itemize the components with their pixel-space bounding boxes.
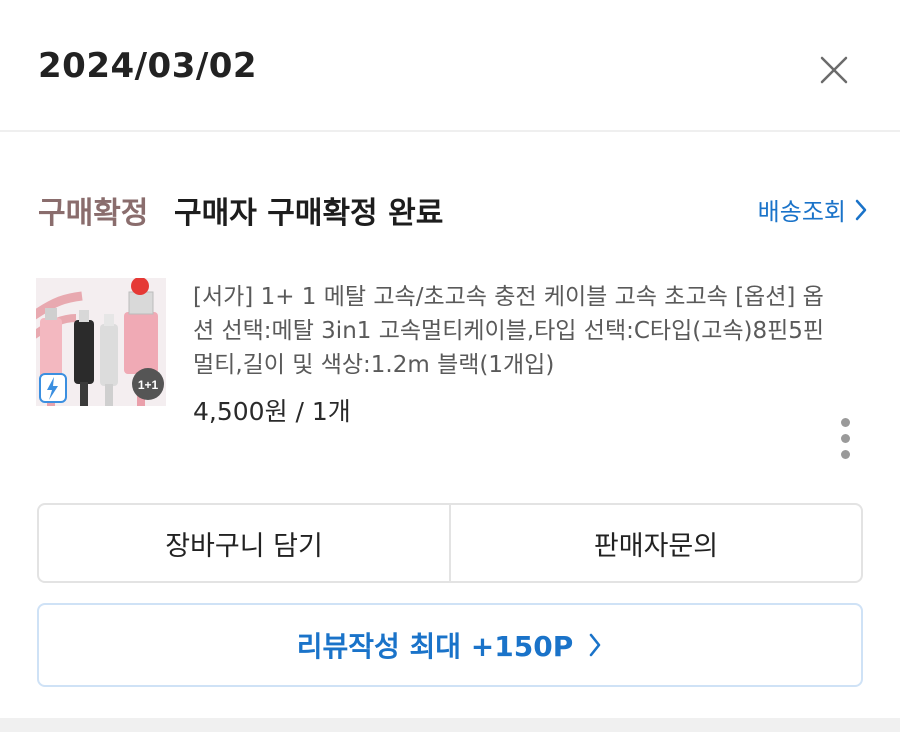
track-delivery-link[interactable]: 배송조회 bbox=[758, 192, 868, 227]
order-status-row: 구매확정 구매자 구매확정 완료 배송조회 bbox=[38, 188, 868, 231]
thumbnail-tag: 1+1 bbox=[138, 378, 159, 392]
more-dot bbox=[840, 450, 850, 459]
product-info: [서가] 1+ 1 메탈 고속/초고속 충전 케이블 고속 초고속 [옵션] 옵… bbox=[193, 280, 833, 428]
cable-product-image: 1+1 bbox=[36, 278, 166, 406]
action-button-group: 장바구니 담기 판매자문의 bbox=[37, 503, 863, 583]
close-button[interactable] bbox=[812, 48, 856, 92]
more-dot bbox=[840, 434, 850, 443]
product-price: 4,500원 / 1개 bbox=[193, 397, 351, 426]
write-review-button[interactable]: 리뷰작성 최대 +150P bbox=[37, 603, 863, 687]
write-review-label: 리뷰작성 최대 +150P bbox=[296, 630, 574, 663]
chevron-right-icon bbox=[855, 199, 867, 220]
sheet-header: 2024/03/02 bbox=[0, 0, 900, 132]
chevron-right-icon bbox=[589, 633, 601, 657]
more-vertical-icon bbox=[840, 418, 850, 427]
more-options-button[interactable] bbox=[832, 418, 858, 464]
add-to-cart-button[interactable]: 장바구니 담기 bbox=[39, 505, 449, 581]
close-icon bbox=[820, 56, 848, 84]
status-badge: 구매확정 bbox=[38, 196, 149, 231]
order-date: 2024/03/02 bbox=[38, 46, 258, 86]
status-description: 구매자 구매확정 완료 bbox=[174, 196, 444, 231]
order-detail-sheet: 2024/03/02 구매확정 구매자 구매확정 완료 배송조회 1+1 [서가… bbox=[0, 0, 900, 718]
product-thumbnail[interactable]: 1+1 bbox=[36, 278, 166, 406]
product-description[interactable]: [서가] 1+ 1 메탈 고속/초고속 충전 케이블 고속 초고속 [옵션] 옵… bbox=[193, 280, 833, 382]
track-delivery-label: 배송조회 bbox=[757, 198, 846, 226]
seller-inquiry-button[interactable]: 판매자문의 bbox=[451, 505, 861, 581]
